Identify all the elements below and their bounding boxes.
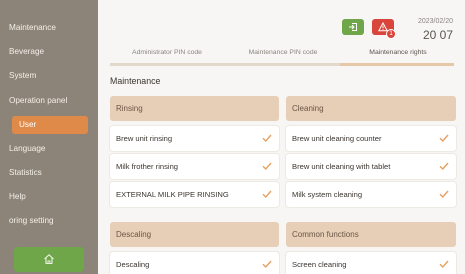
home-button[interactable] xyxy=(14,247,84,272)
sidebar-item-system[interactable]: System xyxy=(5,67,89,85)
check-icon xyxy=(262,134,272,143)
sidebar-item-language[interactable]: Language xyxy=(5,140,89,158)
time-display: 20 07 xyxy=(422,28,453,42)
check-icon xyxy=(439,260,449,269)
list-item-brew-unit-cleaning-counter[interactable]: Brew unit cleaning counter xyxy=(286,126,456,151)
check-icon xyxy=(439,190,449,199)
logout-icon xyxy=(349,23,357,31)
tab-underline xyxy=(110,63,340,66)
check-icon xyxy=(262,162,272,171)
tab-maintenance-pin[interactable]: Maintenance PIN code xyxy=(226,46,340,64)
tab-administrator-pin[interactable]: Administrator PIN code xyxy=(110,46,224,64)
list-item-brew-unit-cleaning-tablet[interactable]: Brew unit cleaning with tablet xyxy=(286,154,456,179)
list-item-screen-cleaning[interactable]: Screen cleaning xyxy=(286,252,456,274)
group-header-descaling: Descaling xyxy=(110,222,279,247)
sidebar: Maintenance Beverage System Operation pa… xyxy=(0,0,98,274)
list-item-milk-frother-rinsing[interactable]: Milk frother rinsing xyxy=(110,154,279,179)
list-item-external-milk-pipe-rinsing[interactable]: EXTERNAL MILK PIPE RINSING xyxy=(110,182,279,207)
sidebar-item-operation-panel[interactable]: Operation panel xyxy=(5,92,89,110)
list-item-descaling[interactable]: Descaling xyxy=(110,252,279,274)
check-icon xyxy=(439,162,449,171)
list-item-brew-unit-rinsing[interactable]: Brew unit rinsing xyxy=(110,126,279,151)
item-label: Brew unit cleaning with tablet xyxy=(292,162,391,171)
main-panel: 1 2023/02/20 20 07 Administrator PIN cod… xyxy=(98,0,465,274)
sidebar-item-beverage[interactable]: Beverage xyxy=(5,43,89,61)
tab-maintenance-rights[interactable]: Maintenance rights xyxy=(342,46,454,64)
list-item-milk-system-cleaning[interactable]: Milk system cleaning xyxy=(286,182,456,207)
sidebar-item-oring-setting[interactable]: oring setting xyxy=(5,212,89,230)
item-label: Milk system cleaning xyxy=(292,190,363,199)
sidebar-item-user[interactable]: User xyxy=(12,116,88,134)
item-label: Brew unit cleaning counter xyxy=(292,134,382,143)
check-icon xyxy=(439,134,449,143)
group-header-cleaning: Cleaning xyxy=(286,96,456,121)
logout-button[interactable] xyxy=(342,19,364,35)
item-label: Brew unit rinsing xyxy=(116,134,173,143)
item-label: Screen cleaning xyxy=(292,260,347,269)
check-icon xyxy=(262,190,272,199)
check-icon xyxy=(262,260,272,269)
item-label: Milk frother rinsing xyxy=(116,162,179,171)
sidebar-item-maintenance[interactable]: Maintenance xyxy=(5,19,89,37)
group-header-rinsing: Rinsing xyxy=(110,96,279,121)
item-label: Descaling xyxy=(116,260,150,269)
sidebar-item-statistics[interactable]: Statistics xyxy=(5,164,89,182)
group-header-common-functions: Common functions xyxy=(286,222,456,247)
alert-count-badge: 1 xyxy=(386,29,396,39)
item-label: EXTERNAL MILK PIPE RINSING xyxy=(116,190,229,199)
home-icon xyxy=(44,254,54,265)
section-title: Maintenance xyxy=(110,76,161,86)
tab-active-underline xyxy=(340,63,454,66)
sidebar-item-help[interactable]: Help xyxy=(5,188,89,206)
date-display: 2023/02/20 xyxy=(417,18,453,25)
